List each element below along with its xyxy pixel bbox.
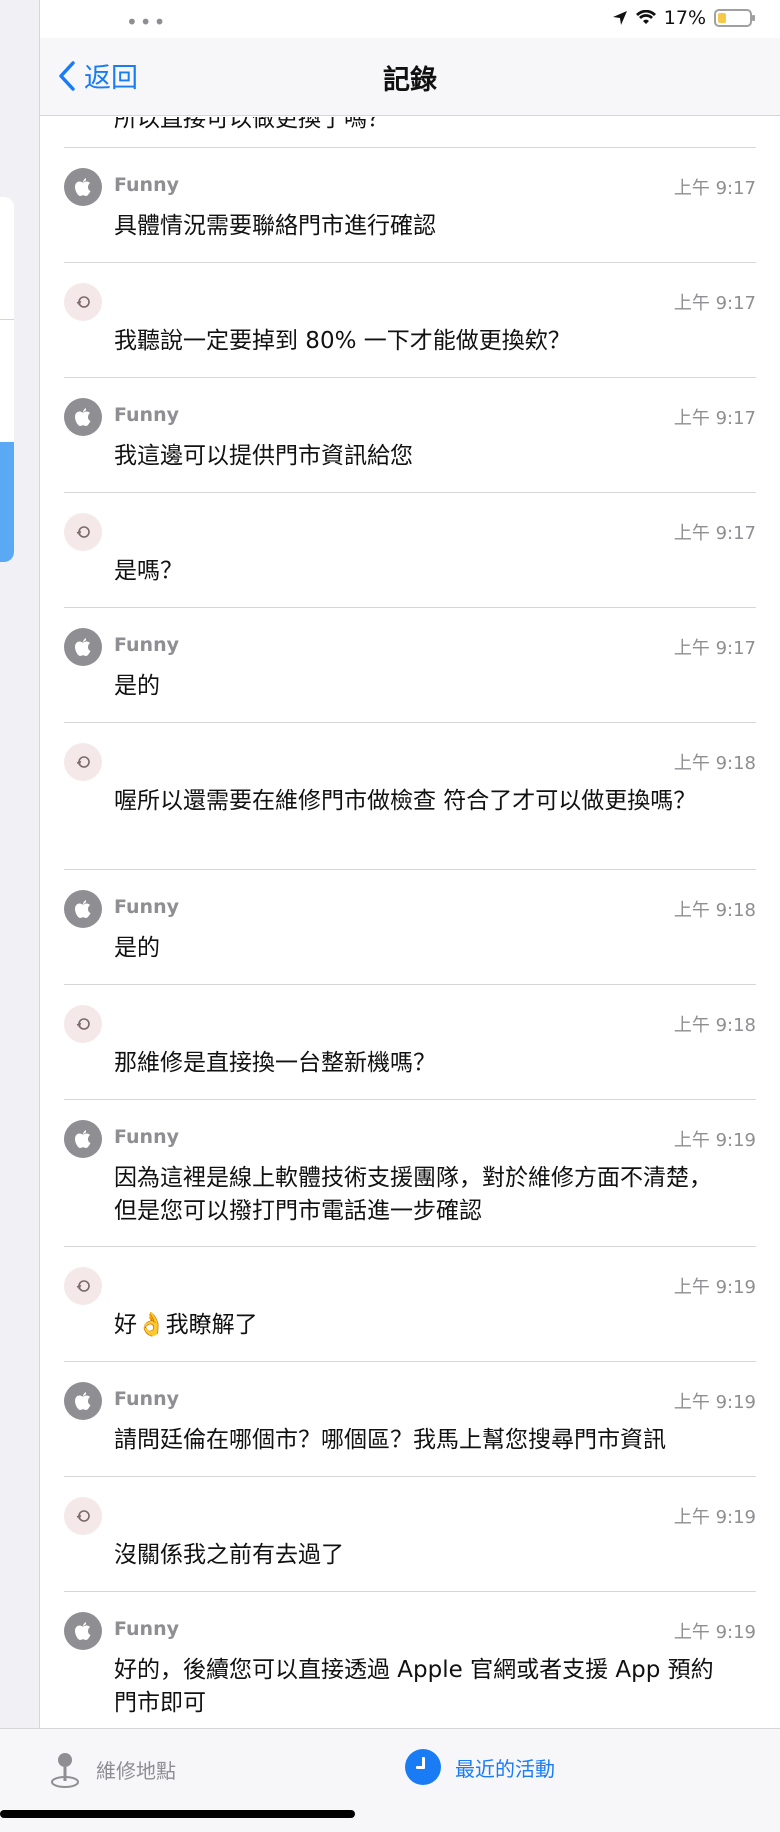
page-title: 記錄	[383, 65, 437, 96]
apple-logo-icon	[75, 1392, 91, 1410]
user-avatar	[64, 1267, 102, 1305]
message-row[interactable]: Funny 上午 9:17 我這邊可以提供門市資訊給您	[64, 377, 756, 492]
apple-avatar	[64, 628, 102, 666]
message-timestamp: 上午 9:18	[673, 753, 756, 774]
tab-repair-locations[interactable]: 維修地點	[48, 1749, 176, 1789]
user-avatar-icon	[76, 1018, 90, 1030]
sidebar-divider	[0, 319, 14, 320]
sidebar-card[interactable]	[0, 197, 14, 562]
user-avatar	[64, 1005, 102, 1043]
user-avatar-icon	[76, 756, 90, 768]
user-avatar-icon	[76, 526, 90, 538]
message-text: 是的	[114, 935, 160, 961]
status-indicators: 17%	[612, 7, 755, 29]
message-row[interactable]: 上午 9:19 沒關係我之前有去過了	[64, 1476, 756, 1591]
message-timestamp: 上午 9:17	[673, 408, 756, 429]
message-timestamp: 上午 9:19	[673, 1130, 756, 1151]
sender-name: Funny	[114, 634, 179, 656]
chat-log[interactable]: 所以直接可以做更換了嗎？ Funny 上午 9:17 具體情況需要聯絡門市進行確認上…	[40, 117, 780, 1728]
message-row[interactable]: Funny 上午 9:17 是的	[64, 607, 756, 722]
user-avatar	[64, 283, 102, 321]
apple-logo-icon	[75, 638, 91, 656]
apple-avatar	[64, 1120, 102, 1158]
sidebar-panel	[0, 0, 40, 1832]
message-text: 喔所以還需要在維修門市做檢查 符合了才可以做更換嗎？	[114, 788, 697, 814]
sender-name: Funny	[114, 1618, 179, 1640]
user-avatar	[64, 1497, 102, 1535]
sender-name: Funny	[114, 896, 179, 918]
apple-logo-icon	[75, 178, 91, 196]
sender-name: Funny	[114, 174, 179, 196]
message-text: 是嗎？	[114, 558, 183, 584]
home-indicator	[0, 1810, 355, 1818]
apple-avatar	[64, 1382, 102, 1420]
user-avatar	[64, 743, 102, 781]
tab-label: 最近的活動	[455, 1756, 555, 1781]
user-avatar-icon	[76, 1280, 90, 1292]
message-timestamp: 上午 9:17	[673, 293, 756, 314]
tab-label: 維修地點	[96, 1758, 176, 1783]
navigation-bar: 返回 記錄	[40, 38, 780, 116]
message-timestamp: 上午 9:19	[673, 1277, 756, 1298]
message-timestamp: 上午 9:19	[673, 1392, 756, 1413]
sender-name: Funny	[114, 1388, 179, 1410]
tab-recent-activity[interactable]: 最近的活動	[405, 1749, 555, 1785]
apple-avatar	[64, 1612, 102, 1650]
wifi-icon	[635, 10, 656, 24]
sidebar-selected-item[interactable]	[0, 442, 14, 562]
apple-logo-icon	[75, 408, 91, 426]
partial-message-text: 所以直接可以做更換了嗎？	[114, 117, 390, 132]
user-avatar	[64, 513, 102, 551]
map-pin-icon	[51, 1753, 79, 1788]
message-row[interactable]: Funny 上午 9:19 因為這裡是線上軟體技術支援團隊，對於維修方面不清楚，但是…	[64, 1099, 756, 1246]
apple-avatar	[64, 168, 102, 206]
battery-percentage: 17%	[663, 7, 706, 29]
message-text: 因為這裡是線上軟體技術支援團隊，對於維修方面不清楚，但是您可以撥打門市電話進一步…	[114, 1165, 712, 1224]
message-timestamp: 上午 9:18	[673, 900, 756, 921]
location-arrow-icon	[612, 11, 627, 25]
apple-avatar	[64, 890, 102, 928]
message-row[interactable]: 上午 9:17 我聽說一定要掉到 80% 一下才能做更換欸？	[64, 262, 756, 377]
message-row[interactable]: Funny 上午 9:17 具體情況需要聯絡門市進行確認	[64, 147, 756, 262]
user-avatar-icon	[76, 1510, 90, 1522]
message-text: 好的，後續您可以直接透過 Apple 官網或者支援 App 預約門市即可	[114, 1657, 714, 1716]
message-timestamp: 上午 9:17	[673, 178, 756, 199]
message-text: 那維修是直接換一台整新機嗎？	[114, 1050, 436, 1076]
message-text: 沒關係我之前有去過了	[114, 1542, 344, 1568]
message-row[interactable]: 上午 9:18 喔所以還需要在維修門市做檢查 符合了才可以做更換嗎？	[64, 722, 756, 869]
message-text: 我聽說一定要掉到 80% 一下才能做更換欸？	[114, 328, 571, 354]
message-timestamp: 上午 9:18	[673, 1015, 756, 1036]
sender-name: Funny	[114, 404, 179, 426]
message-row[interactable]: Funny 上午 9:19 好的，後續您可以直接透過 Apple 官網或者支援 Ap…	[64, 1591, 756, 1728]
battery-icon	[714, 9, 755, 27]
message-text: 好👌我瞭解了	[114, 1312, 258, 1338]
message-text: 具體情況需要聯絡門市進行確認	[114, 213, 436, 239]
apple-logo-icon	[75, 900, 91, 918]
clock-icon	[405, 1749, 441, 1785]
message-text: 請問廷倫在哪個市？哪個區？我馬上幫您搜尋門市資訊	[114, 1427, 666, 1453]
message-text: 我這邊可以提供門市資訊給您	[114, 443, 413, 469]
user-avatar-icon	[76, 296, 90, 308]
message-row[interactable]: 上午 9:18 那維修是直接換一台整新機嗎？	[64, 984, 756, 1099]
message-timestamp: 上午 9:19	[673, 1507, 756, 1528]
apple-logo-icon	[75, 1622, 91, 1640]
message-row[interactable]: 上午 9:17 是嗎？	[64, 492, 756, 607]
apple-logo-icon	[75, 1130, 91, 1148]
message-row[interactable]: 上午 9:19 好👌我瞭解了	[64, 1246, 756, 1361]
apple-avatar	[64, 398, 102, 436]
multitasking-dots-icon[interactable]: •••	[126, 10, 167, 34]
message-timestamp: 上午 9:19	[673, 1622, 756, 1643]
message-row[interactable]: Funny 上午 9:19 請問廷倫在哪個市？哪個區？我馬上幫您搜尋門市資訊	[64, 1361, 756, 1476]
message-timestamp: 上午 9:17	[673, 523, 756, 544]
message-text: 是的	[114, 673, 160, 699]
status-bar: ••• 17%	[40, 0, 780, 38]
sender-name: Funny	[114, 1126, 179, 1148]
message-row[interactable]: Funny 上午 9:18 是的	[64, 869, 756, 984]
message-timestamp: 上午 9:17	[673, 638, 756, 659]
